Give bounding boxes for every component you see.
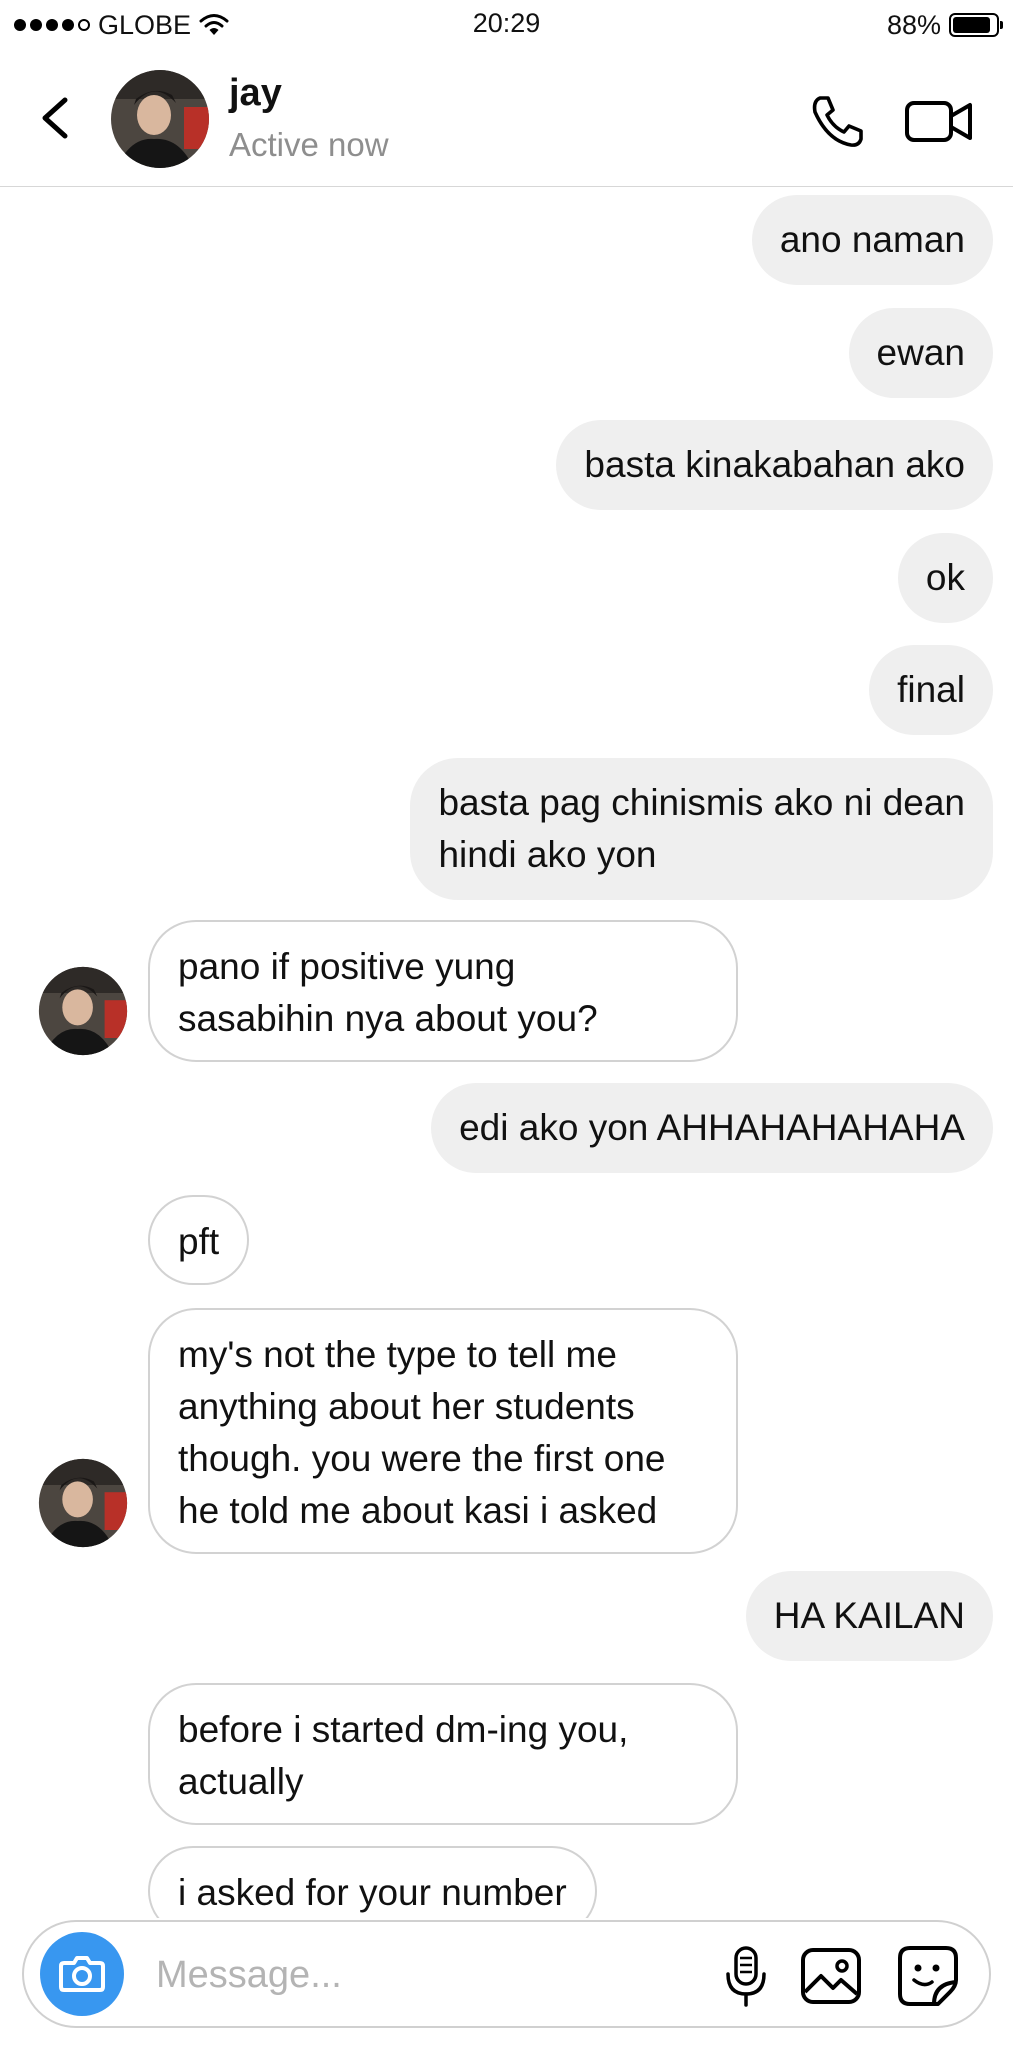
message-text: ano naman: [779, 219, 965, 260]
battery-group: 88%: [886, 8, 1003, 42]
message-text: edi ako yon AHHAHAHAHAHA: [459, 1107, 965, 1148]
outgoing-message[interactable]: ewan: [848, 308, 993, 398]
message-input[interactable]: [154, 1944, 698, 2006]
camera-icon: [59, 1956, 105, 1992]
incoming-message[interactable]: i asked for your number: [148, 1846, 597, 1918]
video-call-button[interactable]: [903, 90, 975, 152]
sticker-button[interactable]: [894, 1942, 962, 2010]
voice-call-button[interactable]: [806, 90, 868, 152]
status-bar: GLOBE 20:29 88%: [0, 0, 1013, 52]
battery-percent: 88%: [886, 9, 941, 40]
sticker-icon: [898, 1946, 958, 2006]
incoming-message[interactable]: pano if positive yung sasabihin nya about…: [148, 920, 738, 1062]
battery-icon: [949, 13, 1003, 37]
outgoing-message[interactable]: edi ako yon AHHAHAHAHAHA: [431, 1083, 993, 1173]
gallery-button[interactable]: [797, 1942, 865, 2010]
message-text: before i started dm-ing you,: [178, 1709, 629, 1750]
incoming-message[interactable]: before i started dm-ing you, actually: [148, 1683, 738, 1825]
incoming-message[interactable]: pft: [148, 1195, 250, 1285]
clock: 20:29: [472, 8, 541, 38]
incoming-message[interactable]: my's not the type to tell me anything abo…: [148, 1308, 738, 1554]
gallery-icon: [801, 1948, 861, 2004]
message-text: basta pag chinismis ako ni dean: [438, 782, 965, 823]
message-composer: [22, 1920, 991, 2028]
message-text: pft: [178, 1221, 220, 1262]
message-text: though. you were the first one: [178, 1438, 666, 1479]
phone-icon: [812, 96, 863, 147]
back-button[interactable]: [28, 88, 88, 148]
microphone-icon: [726, 1946, 766, 2007]
outgoing-message[interactable]: final: [869, 645, 993, 735]
message-text: HA KAILAN: [773, 1595, 965, 1636]
avatar[interactable]: [110, 69, 210, 169]
contact-name[interactable]: jay: [229, 72, 282, 115]
outgoing-message[interactable]: HA KAILAN: [745, 1571, 993, 1661]
message-text: sasabihin nya about you?: [178, 998, 598, 1039]
message-text: pano if positive yung: [178, 946, 516, 987]
message-text: ok: [925, 557, 965, 598]
camera-button[interactable]: [40, 1932, 124, 2016]
message-text: anything about her students: [178, 1386, 635, 1427]
message-text: hindi ako yon: [438, 834, 657, 875]
message-text: i asked for your number: [178, 1872, 567, 1913]
video-camera-icon: [905, 101, 972, 142]
message-thread[interactable]: ano naman ewan basta kinakabahan ako ok fina…: [0, 187, 1013, 1918]
chat-header: jay Active now: [0, 52, 1013, 187]
active-status: Active now: [229, 126, 389, 163]
outgoing-message[interactable]: basta pag chinismis ako ni dean hindi ako…: [410, 758, 993, 900]
avatar[interactable]: [38, 1458, 128, 1548]
message-text: final: [897, 669, 965, 710]
outgoing-message[interactable]: ano naman: [751, 195, 993, 285]
avatar[interactable]: [38, 966, 128, 1056]
message-text: he told me about kasi i asked: [178, 1490, 658, 1531]
message-text: basta kinakabahan ako: [584, 444, 965, 485]
message-text: actually: [178, 1761, 304, 1802]
voice-message-button[interactable]: [714, 1942, 778, 2010]
outgoing-message[interactable]: ok: [897, 533, 993, 623]
message-text: my's not the type to tell me: [178, 1334, 617, 1375]
outgoing-message[interactable]: basta kinakabahan ako: [556, 420, 993, 510]
message-text: ewan: [876, 332, 965, 373]
back-chevron-icon: [42, 97, 68, 139]
